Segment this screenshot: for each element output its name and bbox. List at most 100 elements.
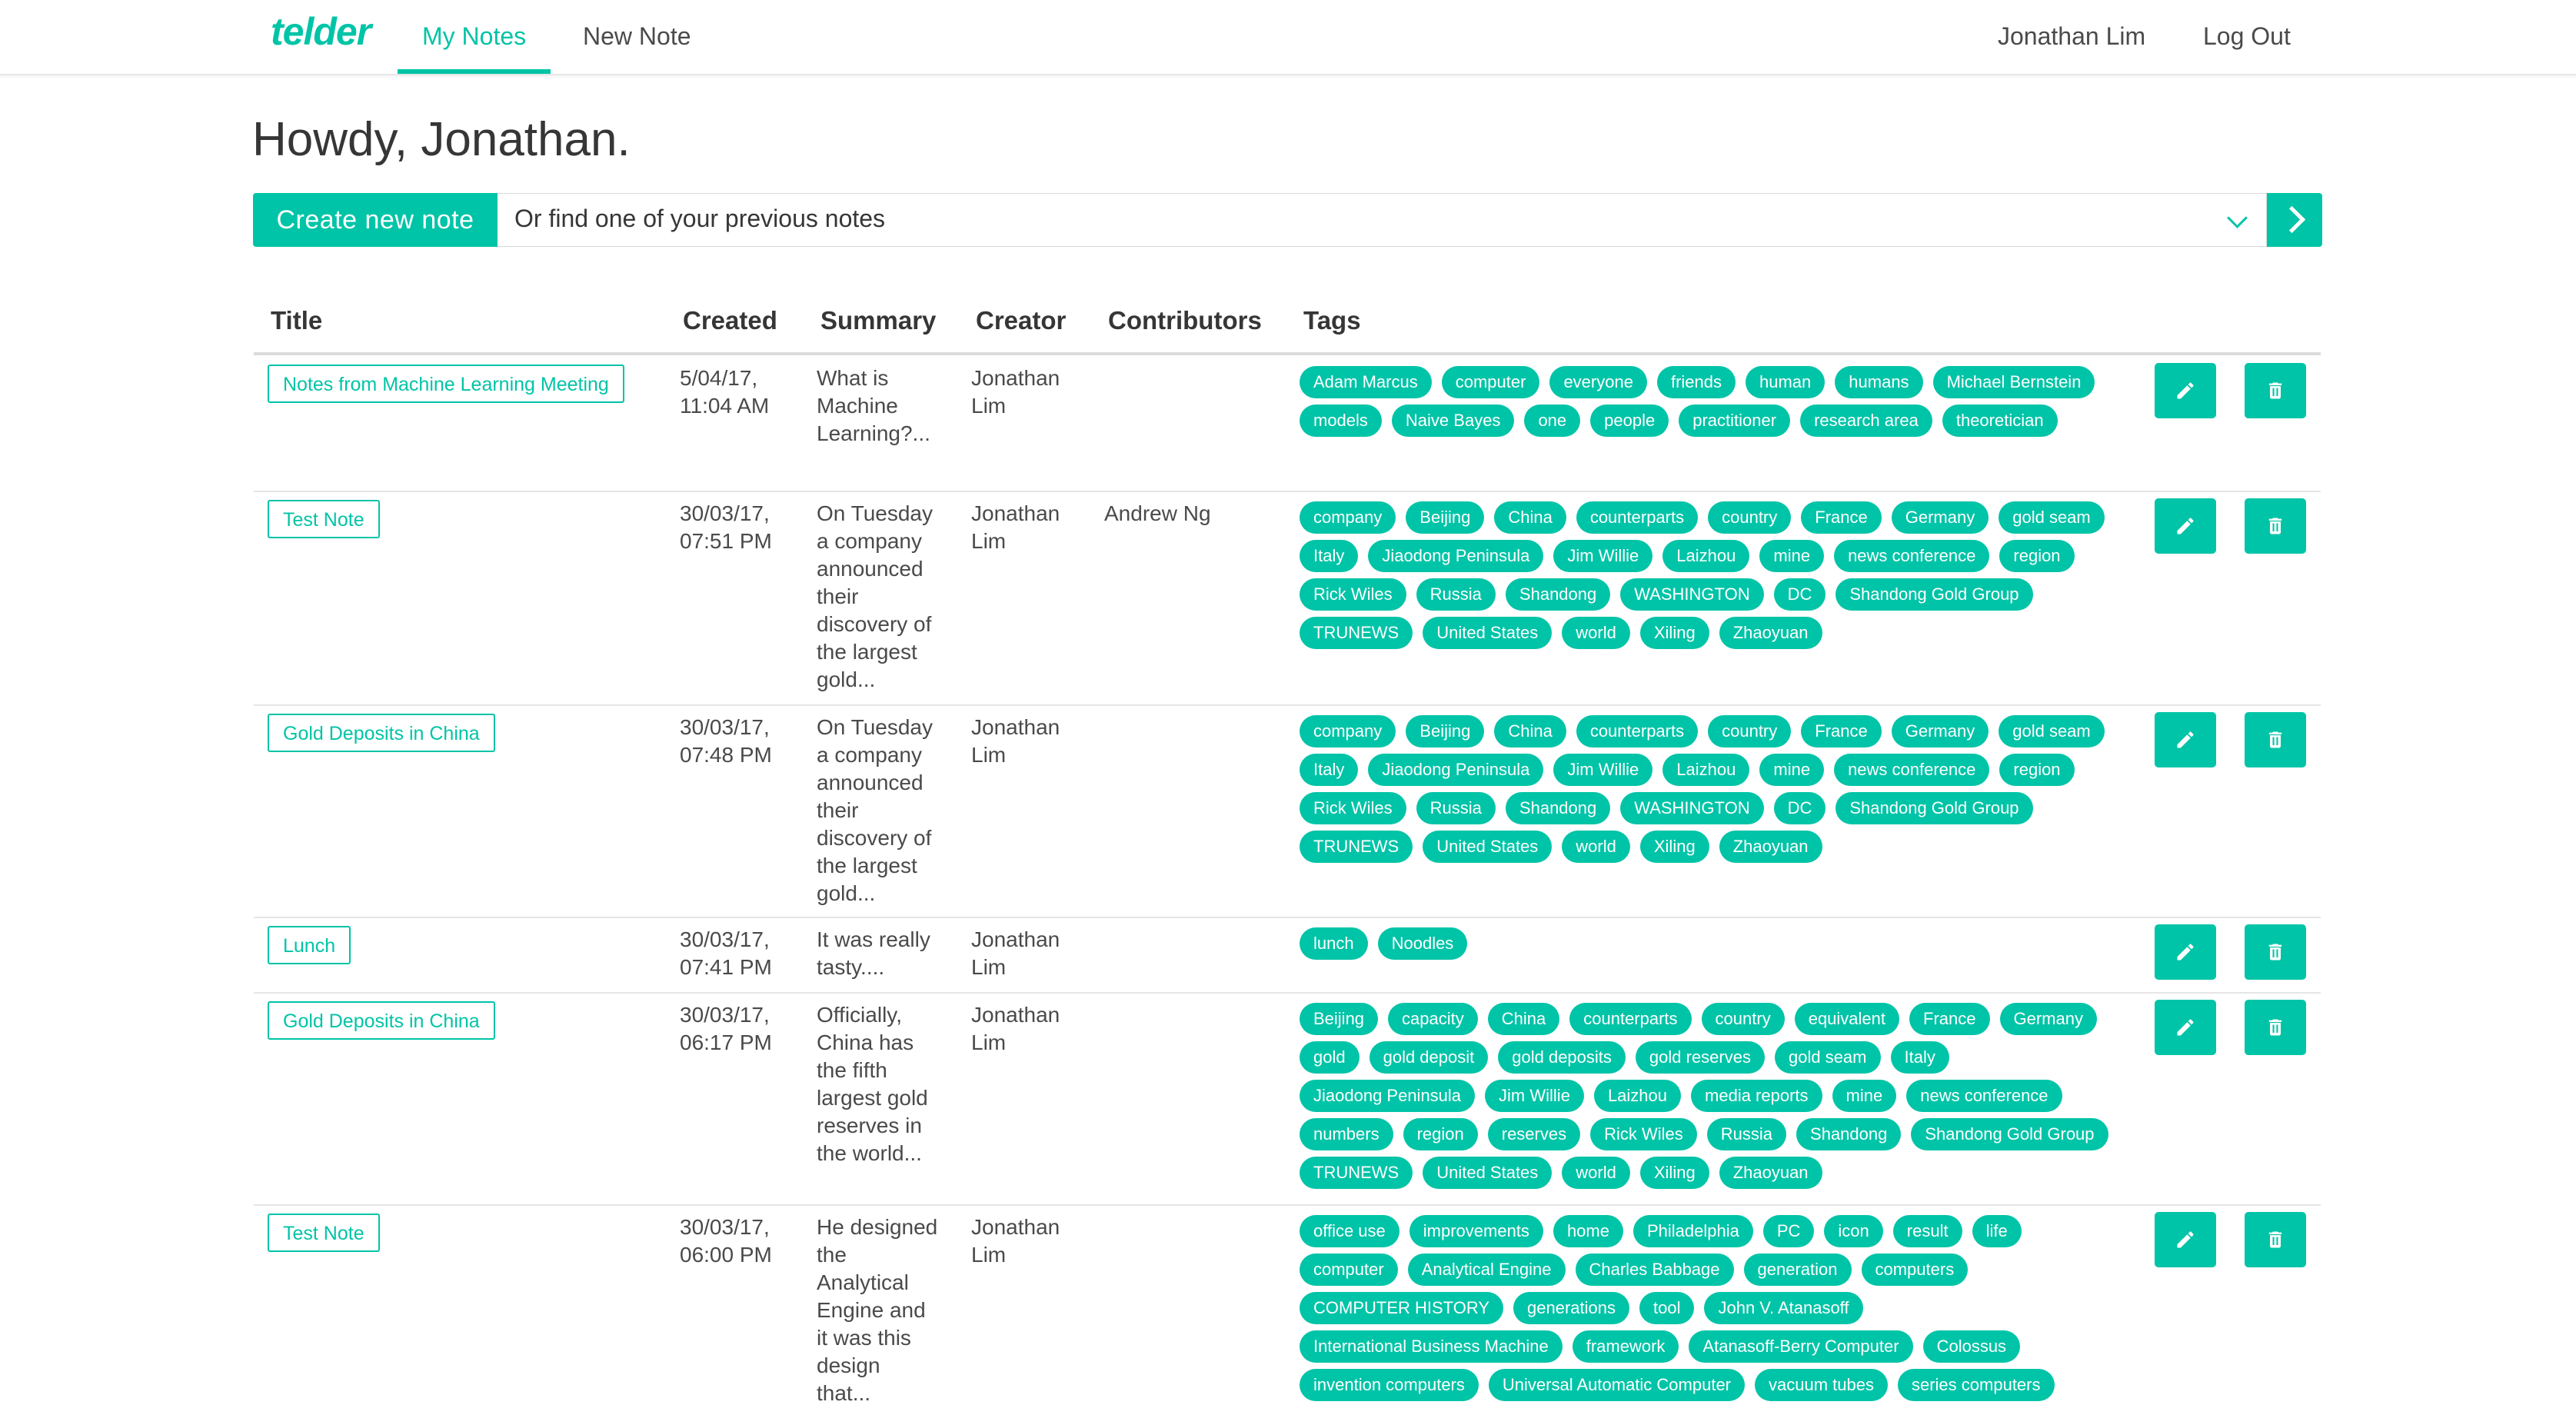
tag-pill[interactable]: gold reserves xyxy=(1635,1041,1765,1074)
tag-pill[interactable]: world xyxy=(1562,617,1630,649)
tag-pill[interactable]: Shandong xyxy=(1796,1118,1902,1150)
tag-pill[interactable]: vacuum tubes xyxy=(1755,1369,1888,1401)
go-button[interactable] xyxy=(2267,193,2322,247)
tag-pill[interactable]: Italy xyxy=(1300,540,1359,572)
tag-pill[interactable]: region xyxy=(1999,540,2075,572)
tag-pill[interactable]: news conference xyxy=(1834,540,1990,572)
tag-pill[interactable]: country xyxy=(1708,501,1792,534)
tag-pill[interactable]: China xyxy=(1487,1003,1560,1035)
tag-pill[interactable]: WASHINGTON xyxy=(1620,792,1764,824)
tag-pill[interactable]: Russia xyxy=(1416,792,1496,824)
tag-pill[interactable]: result xyxy=(1892,1215,1962,1247)
tag-pill[interactable]: home xyxy=(1553,1215,1623,1247)
tag-pill[interactable]: Germany xyxy=(1891,501,1989,534)
tag-pill[interactable]: computer xyxy=(1300,1254,1398,1286)
tag-pill[interactable]: Jiaodong Peninsula xyxy=(1368,754,1544,786)
tag-pill[interactable]: Colossus xyxy=(1922,1330,2021,1363)
tag-pill[interactable]: news conference xyxy=(1834,754,1990,786)
tag-pill[interactable]: France xyxy=(1909,1003,1990,1035)
tag-pill[interactable]: Beijing xyxy=(1406,501,1485,534)
tag-pill[interactable]: country xyxy=(1708,715,1792,747)
tag-pill[interactable]: world xyxy=(1562,1157,1630,1189)
tag-pill[interactable]: generation xyxy=(1743,1254,1852,1286)
tag-pill[interactable]: Shandong xyxy=(1505,578,1611,611)
tag-pill[interactable]: Jim Willie xyxy=(1553,540,1653,572)
tag-pill[interactable]: Michael Bernstein xyxy=(1932,366,2095,398)
tag-pill[interactable]: United States xyxy=(1423,831,1553,863)
tag-pill[interactable]: gold deposits xyxy=(1498,1041,1626,1074)
tag-pill[interactable]: people xyxy=(1590,405,1669,437)
tag-pill[interactable]: France xyxy=(1801,715,1882,747)
tag-pill[interactable]: Shandong Gold Group xyxy=(1835,578,2033,611)
tag-pill[interactable]: generations xyxy=(1513,1292,1629,1324)
tag-pill[interactable]: Laizhou xyxy=(1593,1080,1682,1112)
tag-pill[interactable]: TRUNEWS xyxy=(1300,617,1413,649)
tag-pill[interactable]: counterparts xyxy=(1576,715,1699,747)
tag-pill[interactable]: models xyxy=(1300,405,1382,437)
tag-pill[interactable]: gold seam xyxy=(1999,501,2105,534)
tag-pill[interactable]: Rick Wiles xyxy=(1300,792,1406,824)
tag-pill[interactable]: tool xyxy=(1639,1292,1695,1324)
tag-pill[interactable]: China xyxy=(1494,715,1566,747)
tag-pill[interactable]: Germany xyxy=(1999,1003,2097,1035)
tag-pill[interactable]: China xyxy=(1494,501,1566,534)
edit-button[interactable] xyxy=(2155,1212,2216,1267)
tag-pill[interactable]: DC xyxy=(1773,792,1826,824)
tag-pill[interactable]: mine xyxy=(1759,754,1825,786)
tag-pill[interactable]: Shandong Gold Group xyxy=(1911,1118,2108,1150)
tag-pill[interactable]: Shandong xyxy=(1505,792,1611,824)
tag-pill[interactable]: Jiaodong Peninsula xyxy=(1300,1080,1476,1112)
tag-pill[interactable]: International Business Machine xyxy=(1300,1330,1563,1363)
tag-pill[interactable]: mine xyxy=(1759,540,1825,572)
tag-pill[interactable]: series computers xyxy=(1897,1369,2055,1401)
edit-button[interactable] xyxy=(2155,924,2216,980)
edit-button[interactable] xyxy=(2155,1000,2216,1055)
tag-pill[interactable]: gold seam xyxy=(1999,715,2105,747)
tag-pill[interactable]: region xyxy=(1999,754,2075,786)
tab-new-note[interactable]: New Note xyxy=(558,0,716,74)
tag-pill[interactable]: capacity xyxy=(1388,1003,1478,1035)
delete-button[interactable] xyxy=(2245,924,2306,980)
tag-pill[interactable]: Noodles xyxy=(1377,927,1468,960)
tag-pill[interactable]: company xyxy=(1300,501,1396,534)
tag-pill[interactable]: region xyxy=(1403,1118,1478,1150)
user-name-link[interactable]: Jonathan Lim xyxy=(1998,0,2145,74)
logout-link[interactable]: Log Out xyxy=(2203,0,2291,74)
tag-pill[interactable]: computers xyxy=(1861,1254,1969,1286)
delete-button[interactable] xyxy=(2245,1212,2306,1267)
tag-pill[interactable]: gold seam xyxy=(1774,1041,1881,1074)
tag-pill[interactable]: PC xyxy=(1762,1215,1815,1247)
tag-pill[interactable]: friends xyxy=(1656,366,1736,398)
tag-pill[interactable]: everyone xyxy=(1549,366,1647,398)
tag-pill[interactable]: news conference xyxy=(1906,1080,2062,1112)
tag-pill[interactable]: company xyxy=(1300,715,1396,747)
note-title-button[interactable]: Test Note xyxy=(268,1214,380,1252)
tag-pill[interactable]: icon xyxy=(1824,1215,1883,1247)
tag-pill[interactable]: reserves xyxy=(1487,1118,1581,1150)
tag-pill[interactable]: Russia xyxy=(1706,1118,1787,1150)
tag-pill[interactable]: Xiling xyxy=(1639,617,1709,649)
tag-pill[interactable]: Jim Willie xyxy=(1553,754,1653,786)
tag-pill[interactable]: numbers xyxy=(1300,1118,1393,1150)
tag-pill[interactable]: Zhaoyuan xyxy=(1719,617,1822,649)
tag-pill[interactable]: theoretician xyxy=(1942,405,2058,437)
tag-pill[interactable]: world xyxy=(1562,831,1630,863)
tag-pill[interactable]: equivalent xyxy=(1794,1003,1900,1035)
tag-pill[interactable]: improvements xyxy=(1409,1215,1543,1247)
tag-pill[interactable]: Zhaoyuan xyxy=(1719,831,1822,863)
tag-pill[interactable]: United States xyxy=(1423,1157,1553,1189)
delete-button[interactable] xyxy=(2245,712,2306,767)
tag-pill[interactable]: COMPUTER HISTORY xyxy=(1300,1292,1503,1324)
tag-pill[interactable]: computer xyxy=(1441,366,1540,398)
tag-pill[interactable]: Charles Babbage xyxy=(1575,1254,1734,1286)
tag-pill[interactable]: Germany xyxy=(1891,715,1989,747)
tag-pill[interactable]: counterparts xyxy=(1576,501,1699,534)
tag-pill[interactable]: framework xyxy=(1572,1330,1679,1363)
tag-pill[interactable]: United States xyxy=(1423,617,1553,649)
tag-pill[interactable]: Xiling xyxy=(1639,1157,1709,1189)
delete-button[interactable] xyxy=(2245,363,2306,418)
tag-pill[interactable]: Atanasoff-Berry Computer xyxy=(1689,1330,1913,1363)
tag-pill[interactable]: Beijing xyxy=(1300,1003,1379,1035)
tag-pill[interactable]: practitioner xyxy=(1679,405,1791,437)
tag-pill[interactable]: WASHINGTON xyxy=(1620,578,1764,611)
